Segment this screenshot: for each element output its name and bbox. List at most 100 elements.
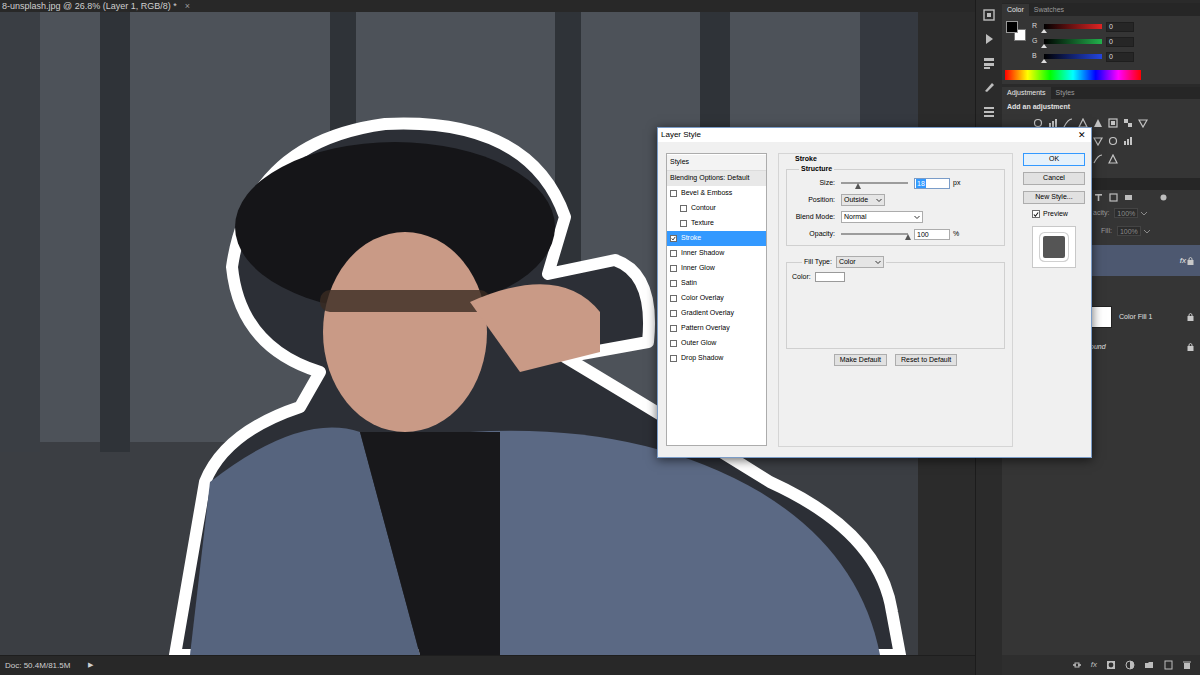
stroke-color-swatch[interactable] — [815, 272, 845, 282]
slider-thumb[interactable] — [855, 183, 861, 189]
dialog-button[interactable]: OK — [1023, 153, 1085, 166]
foreground-color-swatch[interactable] — [1006, 21, 1018, 33]
style-checkbox[interactable] — [670, 295, 677, 302]
dialog-title-bar[interactable]: Layer Style✕ — [658, 128, 1091, 142]
close-tab-button[interactable]: × — [185, 0, 190, 12]
adjustment-layer-icon[interactable] — [1125, 660, 1135, 670]
style-checkbox[interactable] — [670, 265, 677, 272]
style-checkbox[interactable] — [680, 220, 687, 227]
history-icon[interactable] — [982, 8, 996, 22]
panel-tab[interactable]: Styles — [1051, 87, 1080, 99]
value-field[interactable]: 18 — [914, 178, 950, 189]
style-item[interactable]: Pattern Overlay — [667, 321, 766, 336]
channel-slider[interactable] — [1044, 54, 1102, 59]
style-row[interactable]: Contour — [667, 201, 766, 216]
style-item[interactable]: Drop Shadow — [667, 351, 766, 366]
style-item[interactable]: Contour — [667, 201, 766, 216]
new-layer-icon[interactable] — [1163, 660, 1173, 670]
tools-icon[interactable] — [982, 104, 996, 118]
fill-field[interactable]: 100% — [1117, 226, 1141, 236]
slider-track[interactable] — [841, 182, 908, 184]
style-row[interactable]: Inner Glow — [667, 261, 766, 276]
style-row[interactable]: Inner Shadow — [667, 246, 766, 261]
style-item[interactable]: Gradient Overlay — [667, 306, 766, 321]
opacity-dropdown-icon[interactable] — [1140, 210, 1148, 217]
filter-toggle-icon[interactable] — [1159, 193, 1168, 202]
style-item[interactable]: Inner Glow — [667, 261, 766, 276]
slider-thumb[interactable] — [905, 234, 911, 240]
dialog-button[interactable]: Cancel — [1023, 172, 1085, 185]
style-checkbox[interactable] — [670, 190, 677, 197]
style-row[interactable]: Blending Options: Default — [667, 171, 766, 186]
dropdown-arrow-icon[interactable] — [875, 196, 884, 204]
panel-tab[interactable]: Swatches — [1029, 4, 1069, 16]
style-item[interactable]: Blending Options: Default — [667, 171, 766, 186]
status-menu-arrow[interactable]: ▶ — [88, 660, 93, 671]
style-row[interactable]: Stroke — [667, 231, 766, 246]
add-layer-style-button[interactable]: fx — [1091, 659, 1097, 671]
style-row[interactable]: Satin — [667, 276, 766, 291]
style-checkbox[interactable] — [670, 310, 677, 317]
layer-name[interactable]: Color Fill 1 — [1119, 312, 1152, 323]
layer-effects-badge[interactable]: fx — [1180, 255, 1186, 267]
style-checkbox[interactable] — [670, 250, 677, 257]
default-button[interactable]: Make Default — [834, 354, 887, 366]
close-button[interactable]: ✕ — [1078, 131, 1086, 140]
fill-dropdown-icon[interactable] — [1143, 228, 1151, 235]
channel-slider[interactable] — [1044, 24, 1102, 29]
style-item[interactable]: Color Overlay — [667, 291, 766, 306]
style-checkbox[interactable] — [670, 325, 677, 332]
channel-value-field[interactable]: 0 — [1106, 37, 1134, 47]
color-spectrum[interactable] — [1005, 70, 1141, 80]
color-balance-icon[interactable] — [1123, 118, 1133, 128]
preview-checkbox[interactable] — [1032, 210, 1040, 218]
style-checkbox[interactable] — [670, 235, 677, 242]
style-item[interactable]: Satin — [667, 276, 766, 291]
styles-header[interactable]: Styles — [667, 155, 766, 171]
smart-object-filter-icon[interactable] — [1124, 193, 1133, 202]
color-swatches[interactable] — [1006, 21, 1026, 41]
channel-slider-thumb[interactable] — [1041, 44, 1047, 48]
style-checkbox[interactable] — [670, 355, 677, 362]
dropdown[interactable]: Normal — [841, 211, 923, 223]
style-row[interactable]: Pattern Overlay — [667, 321, 766, 336]
channel-slider-thumb[interactable] — [1041, 29, 1047, 33]
layer-mask-icon[interactable] — [1106, 660, 1116, 670]
opacity-field[interactable]: 100% — [1114, 208, 1138, 218]
preview-option[interactable]: Preview — [1023, 209, 1085, 220]
hue-saturation-icon[interactable] — [1108, 118, 1118, 128]
value-field[interactable]: 100 — [914, 229, 950, 240]
style-row[interactable]: Texture — [667, 216, 766, 231]
style-item[interactable]: Stroke — [667, 231, 766, 246]
brush-icon[interactable] — [982, 80, 996, 94]
type-filter-icon[interactable] — [1094, 193, 1103, 202]
curves-icon[interactable] — [1093, 154, 1103, 164]
style-item[interactable]: Inner Shadow — [667, 246, 766, 261]
properties-icon[interactable] — [982, 56, 996, 70]
layer-name[interactable]: ound — [1090, 342, 1106, 353]
slider-track[interactable] — [841, 233, 908, 235]
style-item[interactable]: Bevel & Emboss — [667, 186, 766, 201]
panel-tab[interactable]: Color — [1002, 4, 1029, 16]
style-row[interactable]: Drop Shadow — [667, 351, 766, 366]
channel-slider-thumb[interactable] — [1041, 59, 1047, 63]
dropdown-arrow-icon[interactable] — [874, 258, 883, 266]
style-checkbox[interactable] — [670, 340, 677, 347]
shape-filter-icon[interactable] — [1109, 193, 1118, 202]
vibrance-icon[interactable] — [1093, 118, 1103, 128]
play-icon[interactable] — [982, 32, 996, 46]
channel-value-field[interactable]: 0 — [1106, 52, 1134, 62]
style-row[interactable]: Outer Glow — [667, 336, 766, 351]
group-icon[interactable] — [1144, 660, 1154, 670]
channel-slider[interactable] — [1044, 39, 1102, 44]
style-item[interactable]: Texture — [667, 216, 766, 231]
trash-icon[interactable] — [1182, 660, 1192, 670]
style-checkbox[interactable] — [670, 280, 677, 287]
gradient-map-icon[interactable] — [1138, 118, 1148, 128]
link-layers-icon[interactable] — [1072, 660, 1082, 670]
exposure-icon[interactable] — [1108, 154, 1118, 164]
brightness-icon[interactable] — [1108, 136, 1118, 146]
channel-value-field[interactable]: 0 — [1106, 22, 1134, 32]
dialog-button[interactable]: New Style... — [1023, 191, 1085, 204]
default-button[interactable]: Reset to Default — [895, 354, 957, 366]
